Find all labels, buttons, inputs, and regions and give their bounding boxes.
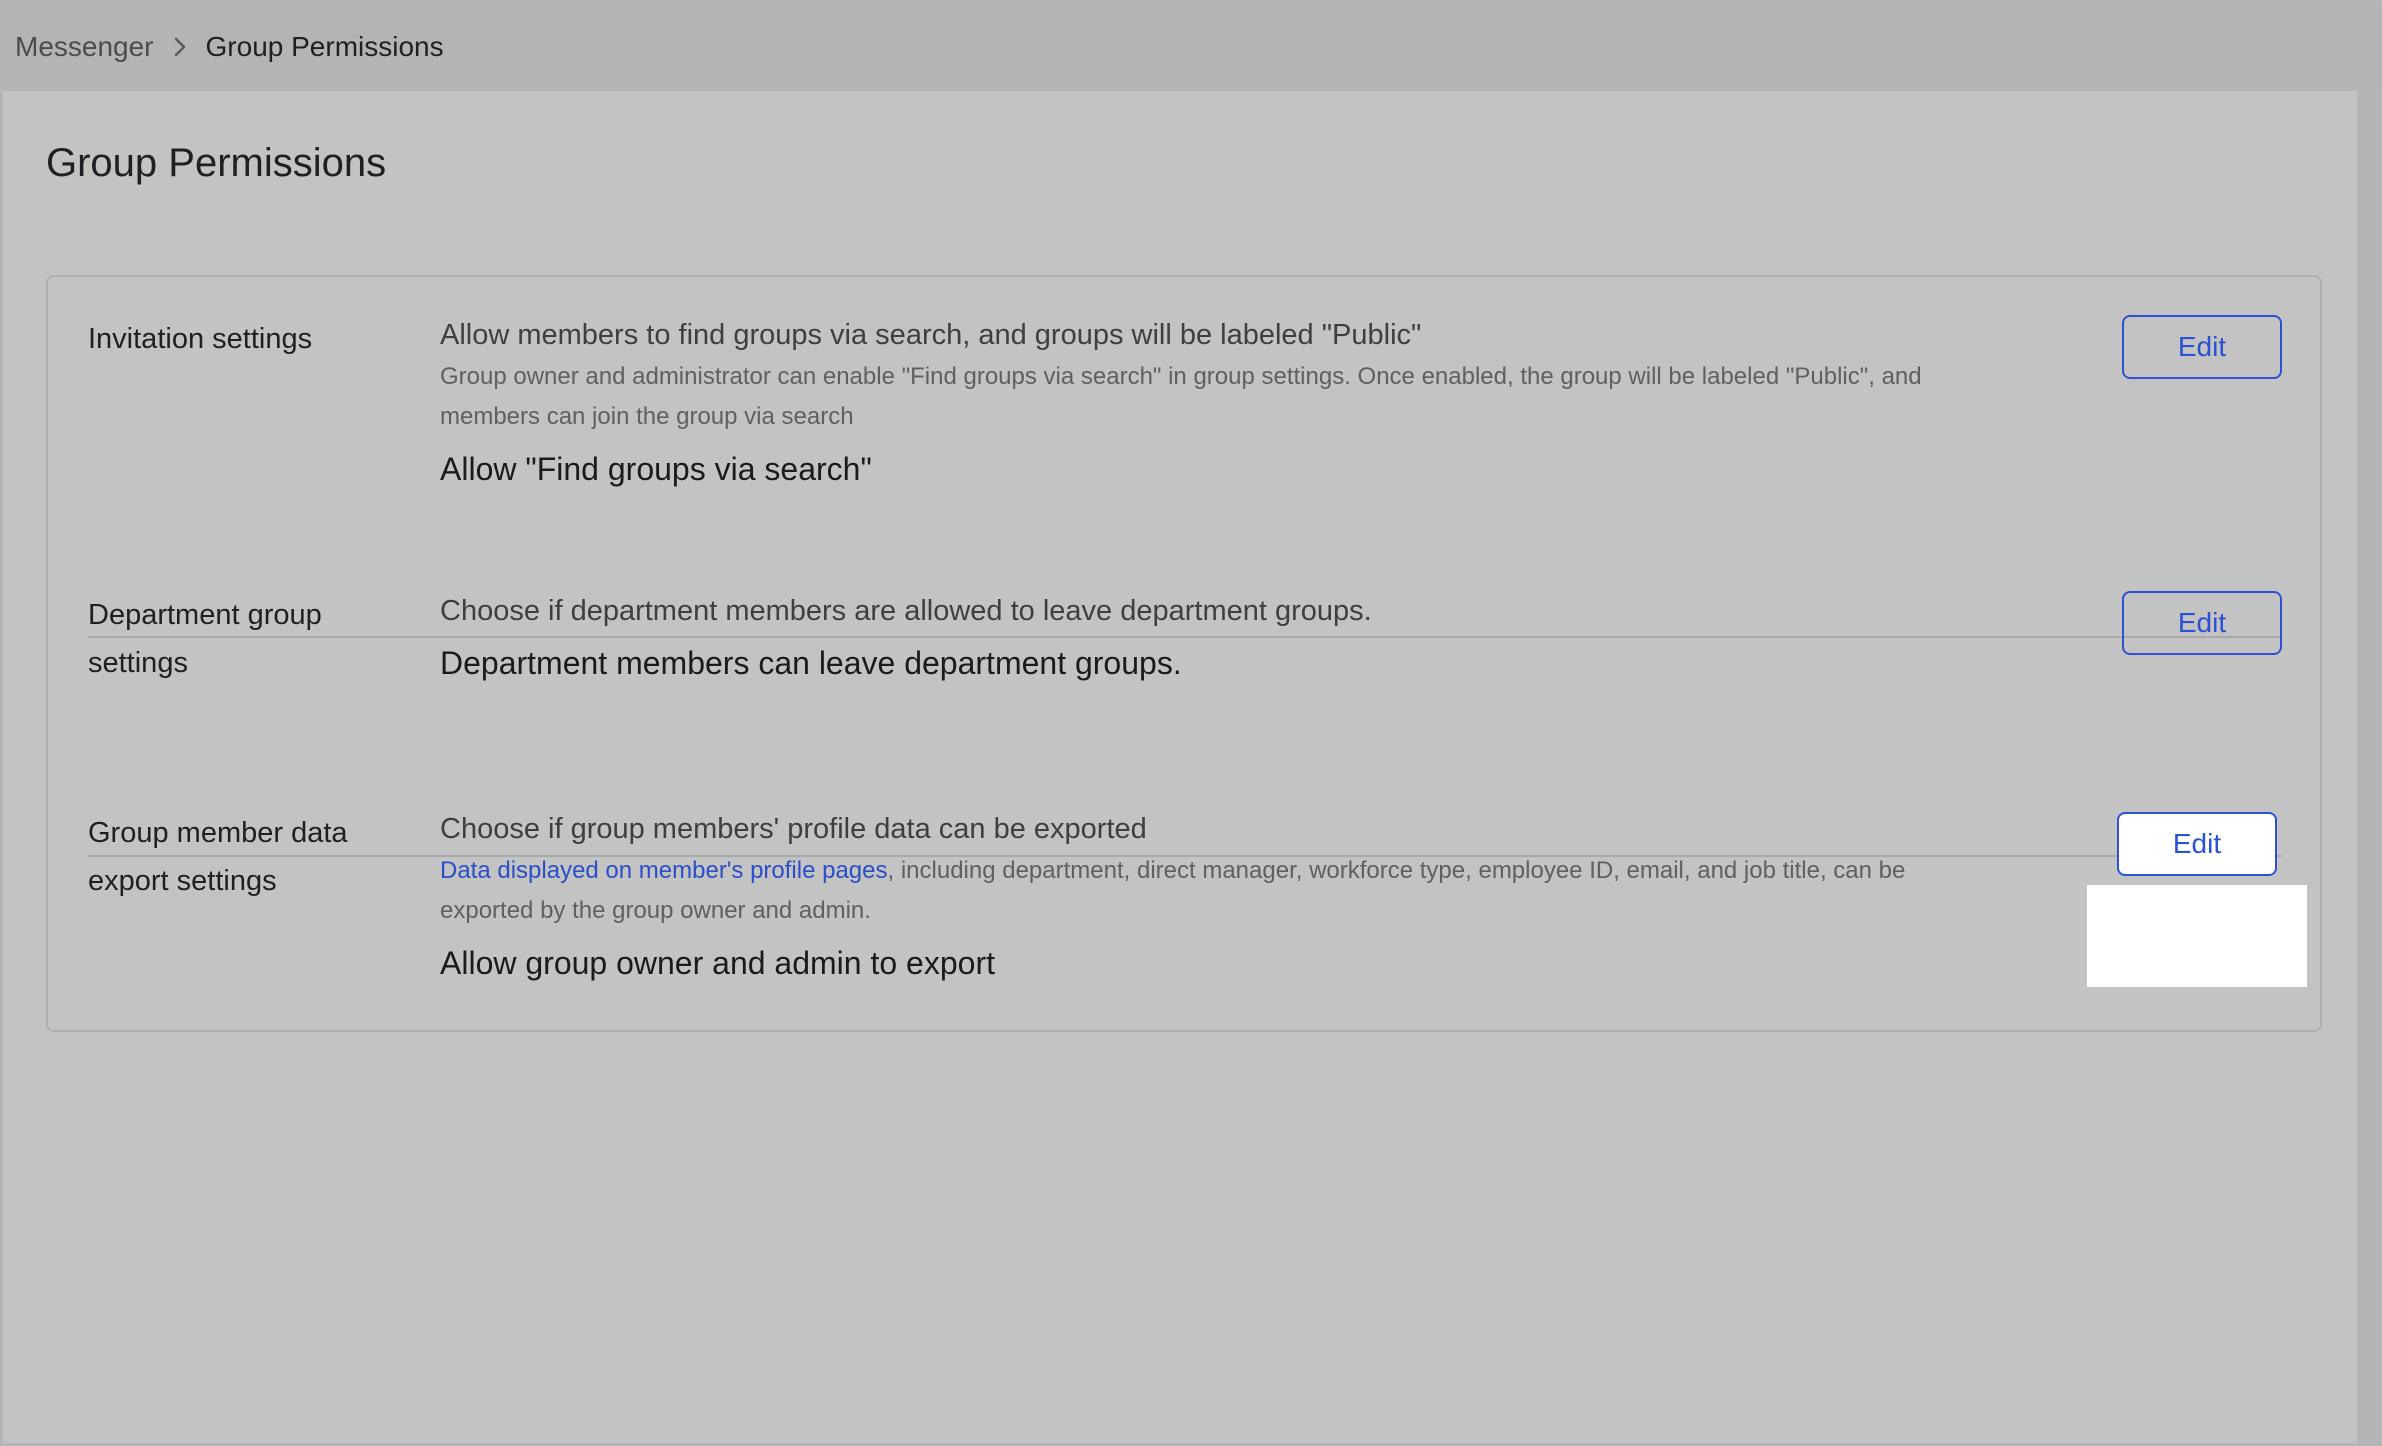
settings-panel: Invitation settings Allow members to fin…	[46, 275, 2322, 1032]
breadcrumb-messenger-link[interactable]: Messenger	[15, 31, 154, 63]
row-description: Choose if department members are allowed…	[440, 595, 1372, 627]
row-note: Data displayed on member's profile pages…	[440, 851, 1960, 931]
edit-invitation-settings-button[interactable]: Edit	[2122, 315, 2282, 379]
row-body: Allow members to find groups via search,…	[440, 315, 1960, 491]
chevron-right-icon	[162, 33, 198, 61]
main-content: Group Permissions Invitation settings Al…	[3, 91, 2357, 1443]
row-value: Allow "Find groups via search"	[440, 451, 872, 487]
row-description: Allow members to find groups via search,…	[440, 319, 1422, 351]
row-value: Department members can leave department …	[440, 645, 1182, 681]
highlight-box	[2087, 885, 2307, 987]
row-description: Choose if group members' profile data ca…	[440, 813, 1147, 845]
edit-department-group-settings-button[interactable]: Edit	[2122, 591, 2282, 655]
edit-group-member-data-export-button[interactable]: Edit	[2117, 812, 2277, 876]
page-title: Group Permissions	[46, 141, 387, 185]
row-body: Choose if group members' profile data ca…	[440, 809, 1960, 985]
group-member-data-export-settings-row: Group member data export settings Choose…	[88, 809, 2282, 1009]
row-value: Allow group owner and admin to export	[440, 945, 995, 981]
row-body: Choose if department members are allowed…	[440, 591, 1960, 685]
breadcrumb: Messenger Group Permissions	[3, 3, 2379, 91]
row-note: Group owner and administrator can enable…	[440, 363, 1922, 430]
row-label: Department group settings	[88, 599, 322, 679]
breadcrumb-current: Group Permissions	[205, 31, 444, 62]
department-group-settings-row: Department group settings Choose if depa…	[88, 591, 2282, 741]
invitation-settings-row: Invitation settings Allow members to fin…	[88, 315, 2282, 535]
row-label: Group member data export settings	[88, 817, 348, 897]
row-label: Invitation settings	[88, 323, 313, 355]
profile-pages-link[interactable]: Data displayed on member's profile pages	[440, 857, 888, 884]
